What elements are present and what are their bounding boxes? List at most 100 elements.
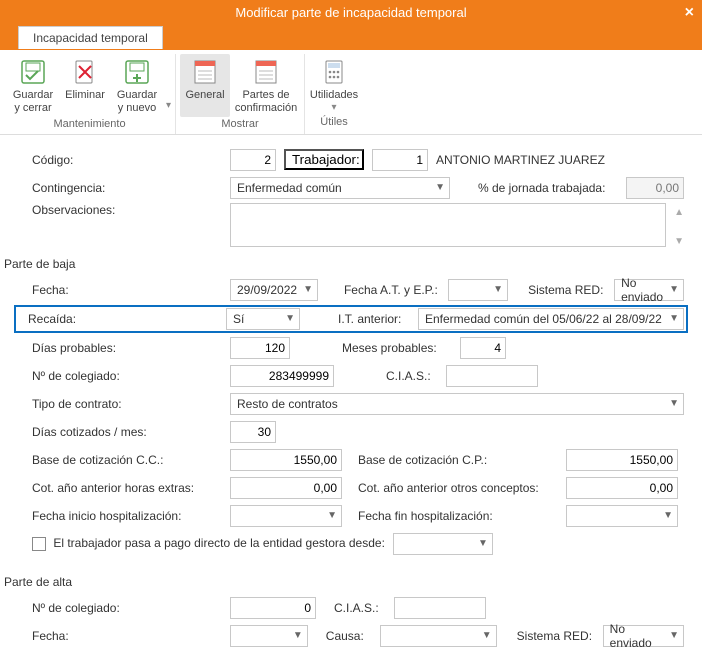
dias-cot-field[interactable]: [230, 421, 276, 443]
pago-directo-checkbox[interactable]: [32, 537, 46, 551]
tab-incapacidad-temporal[interactable]: Incapacidad temporal: [18, 26, 163, 49]
save-and-close-button[interactable]: Guardar y cerrar: [8, 54, 58, 117]
pago-directo-date-dropdown[interactable]: ▼: [393, 533, 493, 555]
baja-ncolegiado-field[interactable]: [230, 365, 334, 387]
dias-prob-label: Días probables:: [18, 341, 222, 355]
base-cc-label: Base de cotización C.C.:: [18, 453, 222, 467]
form-icon: [252, 58, 280, 86]
save-and-new-button[interactable]: Guardar y nuevo: [112, 54, 162, 117]
hosp-ini-label: Fecha inicio hospitalización:: [18, 509, 222, 523]
base-cp-label: Base de cotización C.P.:: [358, 453, 558, 467]
delete-button[interactable]: Eliminar: [60, 54, 110, 117]
observaciones-field[interactable]: [230, 203, 666, 247]
baja-fecha-dropdown[interactable]: 29/09/2022▼: [230, 279, 318, 301]
meses-prob-field[interactable]: [460, 337, 506, 359]
contingencia-label: Contingencia:: [18, 181, 222, 195]
chevron-down-icon: ▼: [482, 630, 492, 641]
scroll-down-icon[interactable]: ▼: [674, 236, 684, 247]
chevron-down-icon: ▼: [285, 313, 295, 324]
cot-otros-field[interactable]: [566, 477, 678, 499]
baja-cias-label: C.I.A.S.:: [386, 369, 438, 383]
hosp-ini-dropdown[interactable]: ▼: [230, 505, 342, 527]
alta-causa-dropdown[interactable]: ▼: [380, 625, 497, 647]
contingencia-dropdown[interactable]: Enfermedad común▼: [230, 177, 450, 199]
chevron-down-icon: ▾: [332, 102, 337, 114]
window-title: Modificar parte de incapacidad temporal: [235, 5, 466, 20]
codigo-field[interactable]: [230, 149, 276, 171]
save-new-icon: [123, 58, 151, 86]
chevron-down-icon: ▼: [669, 630, 679, 641]
alta-causa-label: Causa:: [326, 629, 372, 643]
base-cc-field[interactable]: [230, 449, 342, 471]
tab-bar: Incapacidad temporal: [0, 26, 702, 50]
calculator-icon: [320, 58, 348, 86]
dias-cot-label: Días cotizados / mes:: [18, 425, 222, 439]
scroll-up-icon[interactable]: ▲: [674, 207, 684, 218]
recaida-dropdown[interactable]: Sí▼: [226, 308, 300, 330]
tipo-contrato-dropdown[interactable]: Resto de contratos▼: [230, 393, 684, 415]
observaciones-label: Observaciones:: [18, 203, 222, 217]
baja-cias-field[interactable]: [446, 365, 538, 387]
form-icon: [191, 58, 219, 86]
section-baja: Parte de baja: [4, 257, 684, 271]
trabajador-button[interactable]: Trabajador:: [284, 149, 364, 170]
ribbon-caption-mantenimiento: Mantenimiento: [8, 117, 171, 132]
jornada-field: [626, 177, 684, 199]
alta-red-dropdown[interactable]: No enviado▼: [603, 625, 684, 647]
alta-red-label: Sistema RED:: [517, 629, 595, 643]
alta-fecha-label: Fecha:: [18, 629, 222, 643]
alta-ncolegiado-field[interactable]: [230, 597, 316, 619]
chevron-down-icon: ▼: [303, 284, 313, 295]
recaida-label: Recaída:: [18, 312, 218, 326]
ribbon-caption-mostrar: Mostrar: [180, 117, 300, 132]
meses-prob-label: Meses probables:: [342, 341, 452, 355]
chevron-down-icon: ▼: [669, 284, 679, 295]
baja-fecha-label: Fecha:: [18, 283, 222, 297]
baja-red-label: Sistema RED:: [528, 283, 606, 297]
ribbon-caption-utiles: Útiles: [309, 115, 359, 130]
recaida-row: Recaída: Sí▼ I.T. anterior: Enfermedad c…: [14, 305, 688, 333]
save-close-icon: [19, 58, 47, 86]
trabajador-code-field[interactable]: [372, 149, 428, 171]
chevron-down-icon: ▼: [669, 398, 679, 409]
titlebar: Modificar parte de incapacidad temporal …: [0, 0, 702, 26]
chevron-down-icon: ▼: [293, 630, 303, 641]
cot-horas-label: Cot. año anterior horas extras:: [18, 481, 222, 495]
general-button[interactable]: General: [180, 54, 230, 117]
ribbon-group-utiles: Utilidades ▾ Útiles: [305, 54, 363, 134]
chevron-down-icon: ▼: [478, 538, 488, 549]
close-icon[interactable]: ×: [685, 0, 694, 26]
chevron-down-icon: ▼: [493, 284, 503, 295]
alta-fecha-dropdown[interactable]: ▼: [230, 625, 308, 647]
delete-icon: [71, 58, 99, 86]
hosp-fin-dropdown[interactable]: ▼: [566, 505, 678, 527]
dias-prob-field[interactable]: [230, 337, 290, 359]
cot-horas-field[interactable]: [230, 477, 342, 499]
chevron-down-icon: ▼: [663, 510, 673, 521]
hosp-fin-label: Fecha fin hospitalización:: [358, 509, 558, 523]
group-dropdown-icon[interactable]: ▾: [164, 54, 171, 117]
fecha-at-label: Fecha A.T. y E.P.:: [344, 283, 440, 297]
ribbon: Guardar y cerrar Eliminar Guardar y nuev…: [0, 50, 702, 135]
alta-ncolegiado-label: Nº de colegiado:: [18, 601, 222, 615]
it-anterior-dropdown[interactable]: Enfermedad común del 05/06/22 al 28/09/2…: [418, 308, 684, 330]
alta-cias-field[interactable]: [394, 597, 486, 619]
chevron-down-icon: ▼: [327, 510, 337, 521]
trabajador-name: ANTONIO MARTINEZ JUAREZ: [436, 153, 605, 167]
chevron-down-icon: ▼: [669, 313, 679, 324]
form-body: Código: Trabajador: ANTONIO MARTINEZ JUA…: [0, 135, 702, 657]
ribbon-group-mantenimiento: Guardar y cerrar Eliminar Guardar y nuev…: [4, 54, 176, 134]
tipo-contrato-label: Tipo de contrato:: [18, 397, 222, 411]
baja-ncolegiado-label: Nº de colegiado:: [18, 369, 222, 383]
codigo-label: Código:: [18, 153, 222, 167]
alta-cias-label: C.I.A.S.:: [334, 601, 386, 615]
base-cp-field[interactable]: [566, 449, 678, 471]
baja-red-dropdown[interactable]: No enviado▼: [614, 279, 684, 301]
fecha-at-dropdown[interactable]: ▼: [448, 279, 508, 301]
section-alta: Parte de alta: [4, 575, 684, 589]
confirmation-parts-button[interactable]: Partes de confirmación: [232, 54, 300, 117]
pago-directo-label: El trabajador pasa a pago directo de la …: [53, 536, 385, 550]
jornada-label: % de jornada trabajada:: [478, 181, 618, 195]
utilities-button[interactable]: Utilidades ▾: [309, 54, 359, 115]
ribbon-group-mostrar: General Partes de confirmación Mostrar: [176, 54, 305, 134]
